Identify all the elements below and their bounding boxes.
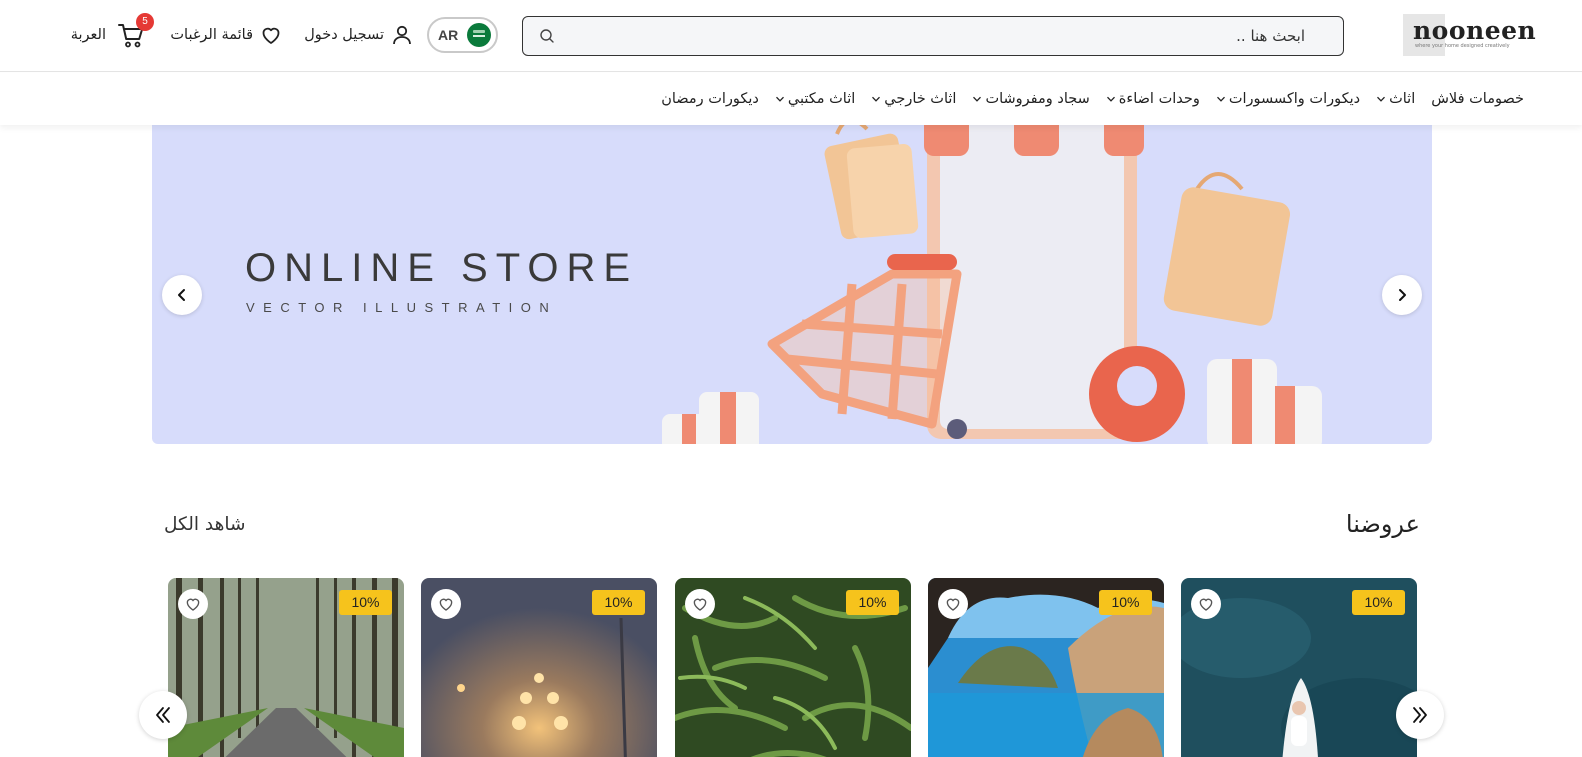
cart-count-badge: 5 <box>136 13 154 31</box>
nav-item-label: اثاث خارجي <box>884 91 957 107</box>
heart-icon <box>1199 598 1213 611</box>
discount-badge: 10% <box>339 590 392 615</box>
nav-item[interactable]: اثاث <box>1376 91 1415 107</box>
add-to-wishlist-button[interactable] <box>431 589 461 619</box>
location-pin-icon <box>1089 346 1185 442</box>
search-icon[interactable] <box>539 28 555 44</box>
site-header: nooneen where your home designed creativ… <box>0 0 1582 72</box>
chevron-down-icon <box>973 96 982 102</box>
login-label: تسجيل دخول <box>304 27 384 43</box>
product-card[interactable]: 10% <box>1181 578 1417 757</box>
nav-item-label: ديكورات رمضان <box>661 91 759 107</box>
logo[interactable]: nooneen where your home designed creativ… <box>1403 14 1536 56</box>
cart-label: العربة <box>70 27 106 43</box>
chevron-right-icon <box>1399 289 1406 301</box>
hero-title: ONLINE STORE <box>245 246 639 290</box>
nav-item-label: سجاد ومفروشات <box>985 91 1090 107</box>
offers-prev-button[interactable] <box>139 691 187 739</box>
chevron-down-icon <box>872 96 881 102</box>
add-to-wishlist-button[interactable] <box>938 589 968 619</box>
nav-item[interactable]: خصومات فلاش <box>1431 91 1524 107</box>
discount-badge: 10% <box>592 590 645 615</box>
wishlist-label: قائمة الرغبات <box>170 27 253 43</box>
login-link[interactable]: تسجيل دخول <box>302 20 414 50</box>
nav-item-label: اثاث مكتبي <box>787 91 856 107</box>
chevron-down-icon <box>1216 96 1225 102</box>
product-card[interactable]: 10% <box>928 578 1164 757</box>
main-nav: خصومات فلاش اثاث ديكورات واكسسورات وحدات اض… <box>0 73 1582 125</box>
product-card[interactable]: 10% <box>421 578 657 757</box>
saudi-flag-icon <box>467 23 491 47</box>
search-input[interactable] <box>563 17 1333 54</box>
hero-subtitle: VECTOR ILLUSTRATION <box>246 300 558 315</box>
nav-item-label: ديكورات واكسسورات <box>1228 91 1361 107</box>
shopping-illustration <box>662 124 1322 444</box>
wishlist-link[interactable]: قائمة الرغبات <box>168 20 283 50</box>
see-all-link[interactable]: شاهد الكل <box>164 514 246 535</box>
heart-icon <box>439 598 453 611</box>
search-bar <box>522 16 1344 56</box>
logo-tagline: where your home designed creatively <box>1415 43 1510 49</box>
nav-item-label: وحدات اضاءة <box>1118 91 1200 107</box>
heart-icon <box>946 598 960 611</box>
cart-link[interactable]: 5 العربة <box>70 13 154 50</box>
nav-item[interactable]: وحدات اضاءة <box>1106 91 1200 107</box>
nav-item-label: خصومات فلاش <box>1431 91 1524 107</box>
logo-text: nooneen <box>1413 16 1537 45</box>
heart-icon <box>262 27 280 44</box>
nav-item[interactable]: ديكورات واكسسورات <box>1216 91 1360 107</box>
offers-title: عروضنا <box>1345 510 1420 538</box>
product-card[interactable]: 10% <box>168 578 404 757</box>
double-chevron-left-icon <box>156 707 170 723</box>
chevron-down-icon <box>1106 96 1115 102</box>
product-card[interactable]: 10% <box>675 578 911 757</box>
add-to-wishlist-button[interactable] <box>1191 589 1221 619</box>
language-switcher[interactable]: AR <box>427 17 498 53</box>
hero-next-button[interactable] <box>1382 275 1422 315</box>
add-to-wishlist-button[interactable] <box>685 589 715 619</box>
double-chevron-right-icon <box>1413 707 1427 723</box>
nav-list: خصومات فلاش اثاث ديكورات واكسسورات وحدات اض… <box>661 73 1524 125</box>
language-code: AR <box>438 27 459 43</box>
hero-prev-button[interactable] <box>162 275 202 315</box>
nav-item[interactable]: اثاث خارجي <box>871 91 956 107</box>
nav-item[interactable]: سجاد ومفروشات <box>972 91 1090 107</box>
heart-icon <box>186 598 200 611</box>
discount-badge: 10% <box>1099 590 1152 615</box>
discount-badge: 10% <box>1352 590 1405 615</box>
nav-item[interactable]: اثاث مكتبي <box>775 91 855 107</box>
heart-icon <box>693 598 707 611</box>
user-icon <box>393 25 411 45</box>
offers-next-button[interactable] <box>1396 691 1444 739</box>
cart-icon-wrap: 5 <box>116 13 154 50</box>
discount-badge: 10% <box>846 590 899 615</box>
chevron-left-icon <box>178 289 185 301</box>
shopping-bag-right-icon <box>1163 172 1291 326</box>
nav-item[interactable]: ديكورات رمضان <box>661 91 759 107</box>
chevron-down-icon <box>1377 96 1386 102</box>
hero-banner: ONLINE STORE VECTOR ILLUSTRATION <box>152 124 1432 444</box>
shopping-cart-icon <box>767 254 962 429</box>
nav-item-label: اثاث <box>1389 91 1416 107</box>
add-to-wishlist-button[interactable] <box>178 589 208 619</box>
chevron-down-icon <box>775 96 784 102</box>
shopping-bag-left-icon <box>824 124 919 240</box>
